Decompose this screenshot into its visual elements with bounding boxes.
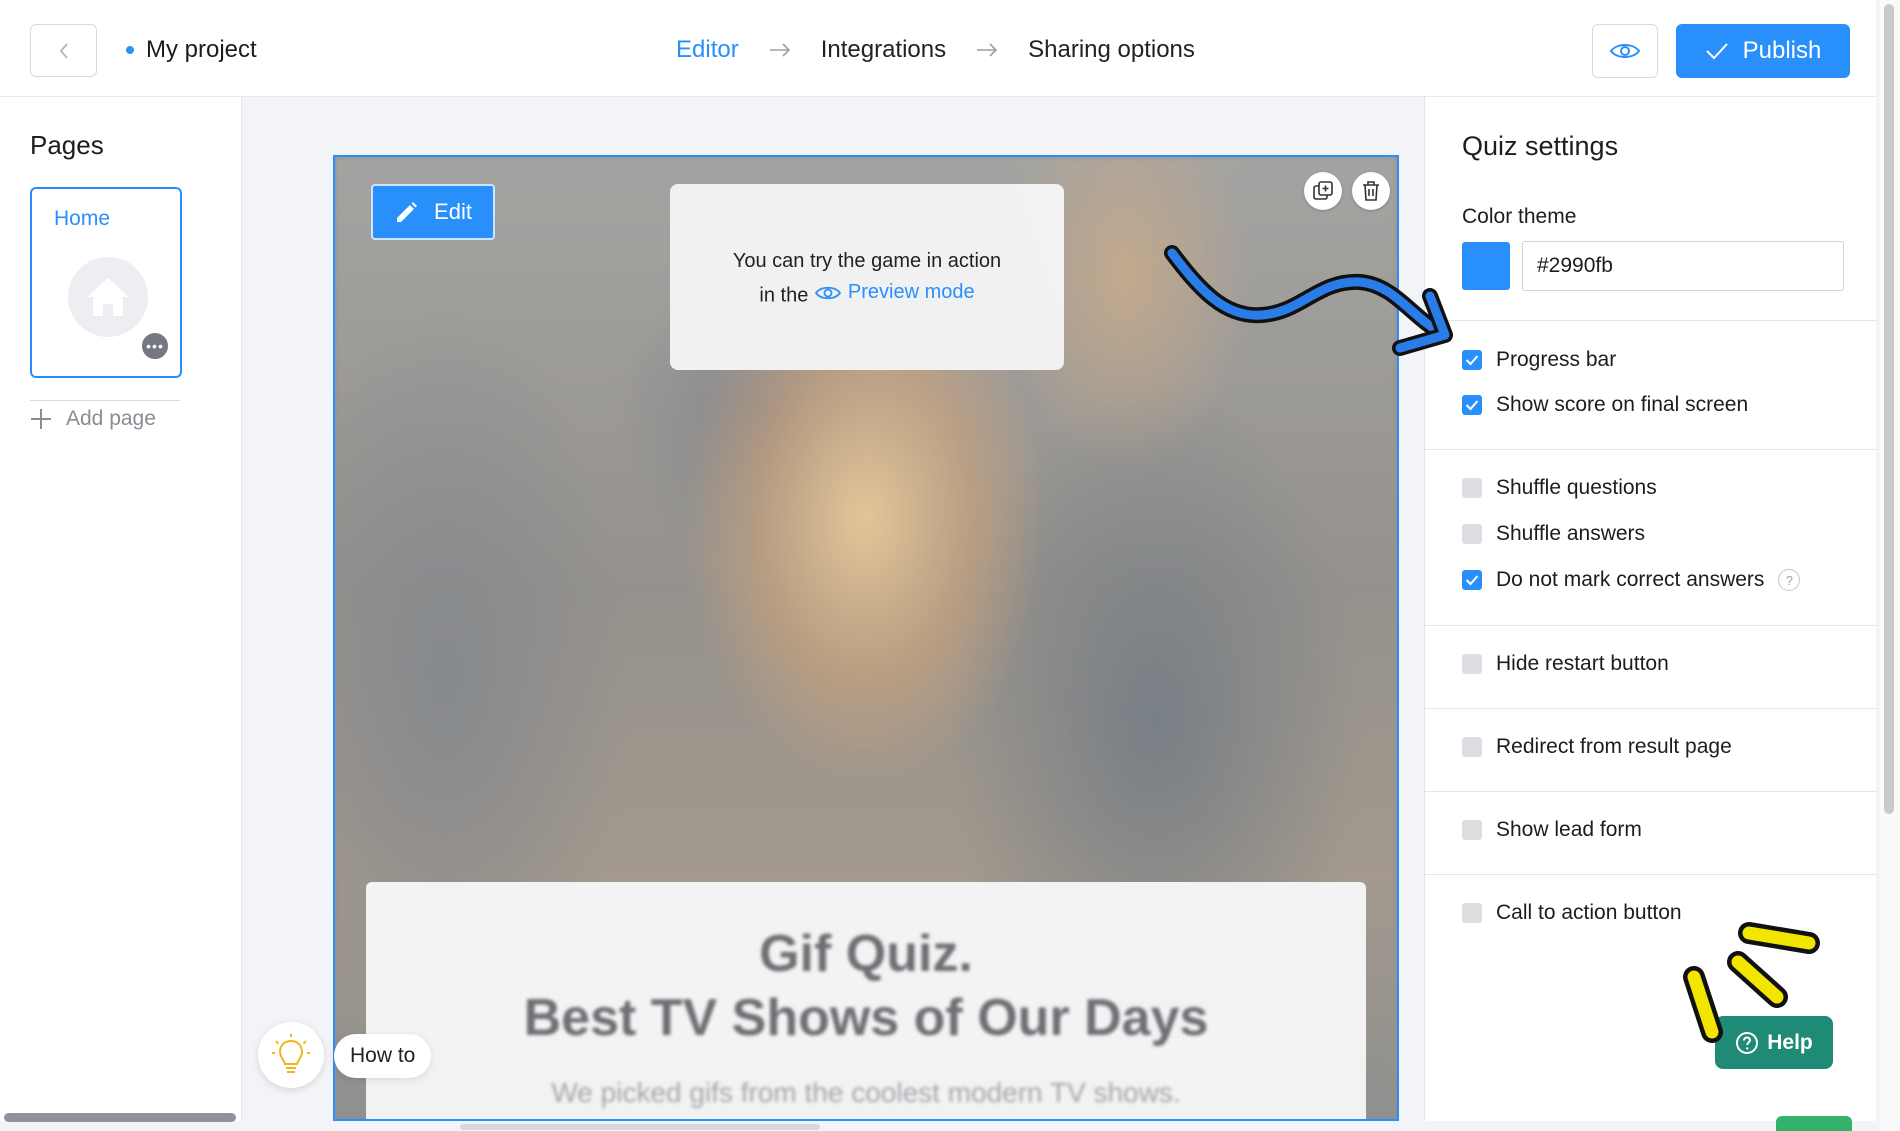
top-bar: My project Editor Integrations Sharing o… xyxy=(0,0,1876,97)
option-label: Call to action button xyxy=(1496,901,1682,924)
home-icon xyxy=(68,257,148,337)
more-options-icon[interactable]: ••• xyxy=(140,331,170,361)
option-label: Show score on final screen xyxy=(1496,393,1749,416)
quiz-title-line-1: Gif Quiz. xyxy=(759,925,973,983)
divider xyxy=(1425,449,1877,450)
help-button[interactable]: Help xyxy=(1715,1016,1833,1069)
checkbox-unchecked[interactable] xyxy=(1462,903,1482,923)
option-do-not-mark-correct[interactable]: Do not mark correct answers ? xyxy=(1462,568,1801,592)
project-name[interactable]: My project xyxy=(146,36,257,64)
settings-title: Quiz settings xyxy=(1462,131,1619,161)
checkbox-checked[interactable] xyxy=(1462,350,1482,370)
publish-label: Publish xyxy=(1742,37,1822,64)
color-input[interactable]: #2990fb xyxy=(1522,241,1844,291)
question-circle-icon xyxy=(1736,1031,1759,1054)
option-label: Progress bar xyxy=(1496,348,1617,371)
divider xyxy=(1425,625,1877,626)
checkbox-unchecked[interactable] xyxy=(1462,737,1482,757)
checkbox-checked[interactable] xyxy=(1462,570,1482,590)
quiz-start-card: Gif Quiz. Best TV Shows of Our Days We p… xyxy=(366,882,1366,1119)
page-card-home[interactable]: Home ••• xyxy=(30,187,182,378)
check-icon xyxy=(1705,43,1728,60)
option-hide-restart[interactable]: Hide restart button xyxy=(1462,652,1669,676)
checkbox-unchecked[interactable] xyxy=(1462,654,1482,674)
step-sharing-options[interactable]: Sharing options xyxy=(1028,36,1195,64)
chevron-left-icon xyxy=(59,42,68,59)
duplicate-icon xyxy=(1313,181,1333,200)
option-label: Shuffle answers xyxy=(1496,522,1646,545)
divider xyxy=(1425,708,1877,709)
checkbox-unchecked[interactable] xyxy=(1462,820,1482,840)
delete-button[interactable] xyxy=(1352,172,1390,210)
preview-mode-label: Preview mode xyxy=(847,281,975,303)
checkbox-checked[interactable] xyxy=(1462,395,1482,415)
trash-icon xyxy=(1363,181,1379,201)
option-label: Do not mark correct answers xyxy=(1496,568,1765,591)
pages-sidebar: Pages Home ••• Add page xyxy=(0,97,242,1121)
option-lead-form[interactable]: Show lead form xyxy=(1462,818,1642,842)
page-card-label: Home xyxy=(54,207,111,230)
arrow-right-icon xyxy=(769,43,791,57)
live-badge xyxy=(1776,1116,1852,1131)
option-progress-bar[interactable]: Progress bar xyxy=(1462,348,1616,372)
add-page-label: Add page xyxy=(66,407,156,430)
checkbox-unchecked[interactable] xyxy=(1462,478,1482,498)
divider xyxy=(30,400,180,401)
step-integrations[interactable]: Integrations xyxy=(821,36,946,64)
quiz-settings-panel: Quiz settings Color theme #2990fb Progre… xyxy=(1424,97,1877,1121)
how-to-label[interactable]: How to xyxy=(334,1034,432,1078)
option-shuffle-questions[interactable]: Shuffle questions xyxy=(1462,476,1657,500)
color-swatch[interactable] xyxy=(1462,242,1510,290)
help-question-icon[interactable]: ? xyxy=(1778,569,1801,591)
eye-icon xyxy=(1609,44,1641,58)
step-navigation: Editor Integrations Sharing options xyxy=(676,36,1195,64)
how-to-button[interactable] xyxy=(258,1022,324,1088)
edit-label: Edit xyxy=(434,199,472,224)
checkbox-unchecked[interactable] xyxy=(1462,524,1482,544)
preview-button[interactable] xyxy=(1592,24,1658,78)
option-shuffle-answers[interactable]: Shuffle answers xyxy=(1462,522,1645,546)
color-theme-label: Color theme xyxy=(1462,205,1577,228)
option-cta-button[interactable]: Call to action button xyxy=(1462,901,1682,925)
option-show-score[interactable]: Show score on final screen xyxy=(1462,393,1748,417)
plus-icon xyxy=(31,409,51,429)
add-page-button[interactable]: Add page xyxy=(30,407,156,431)
arrow-right-icon xyxy=(976,43,998,57)
horizontal-scroll-thumb[interactable] xyxy=(4,1113,236,1122)
divider xyxy=(1425,791,1877,792)
quiz-title: Gif Quiz. Best TV Shows of Our Days xyxy=(366,922,1366,1050)
eye-icon xyxy=(814,286,841,299)
unsaved-dot xyxy=(126,46,134,54)
help-label: Help xyxy=(1767,1030,1813,1054)
quiz-title-line-2: Best TV Shows of Our Days xyxy=(523,989,1209,1047)
duplicate-button[interactable] xyxy=(1304,172,1342,210)
tooltip-prefix: in the xyxy=(759,284,809,307)
pencil-icon xyxy=(397,202,418,222)
preview-mode-link[interactable]: Preview mode xyxy=(814,277,975,308)
vertical-scroll-thumb[interactable] xyxy=(1884,4,1894,814)
option-label: Show lead form xyxy=(1496,818,1642,841)
back-button[interactable] xyxy=(30,24,97,77)
preview-tooltip: You can try the game in action in the Pr… xyxy=(670,184,1064,370)
pages-title: Pages xyxy=(30,130,104,160)
step-editor[interactable]: Editor xyxy=(676,36,739,64)
option-label: Shuffle questions xyxy=(1496,476,1657,499)
divider xyxy=(1425,874,1877,875)
option-label: Hide restart button xyxy=(1496,652,1669,675)
option-redirect[interactable]: Redirect from result page xyxy=(1462,735,1732,759)
option-label: Redirect from result page xyxy=(1496,735,1732,758)
edit-button[interactable]: Edit xyxy=(371,184,495,240)
tooltip-line-1: You can try the game in action xyxy=(732,250,1002,272)
canvas-scroll-thumb[interactable] xyxy=(460,1124,820,1130)
quiz-subtitle: We picked gifs from the coolest modern T… xyxy=(551,1077,1181,1108)
divider xyxy=(1425,320,1877,321)
project-title: My project xyxy=(126,36,257,64)
lightbulb-icon xyxy=(272,1034,310,1073)
editor-canvas[interactable]: Edit You can try the game in action in t… xyxy=(333,155,1399,1121)
publish-button[interactable]: Publish xyxy=(1676,24,1850,78)
